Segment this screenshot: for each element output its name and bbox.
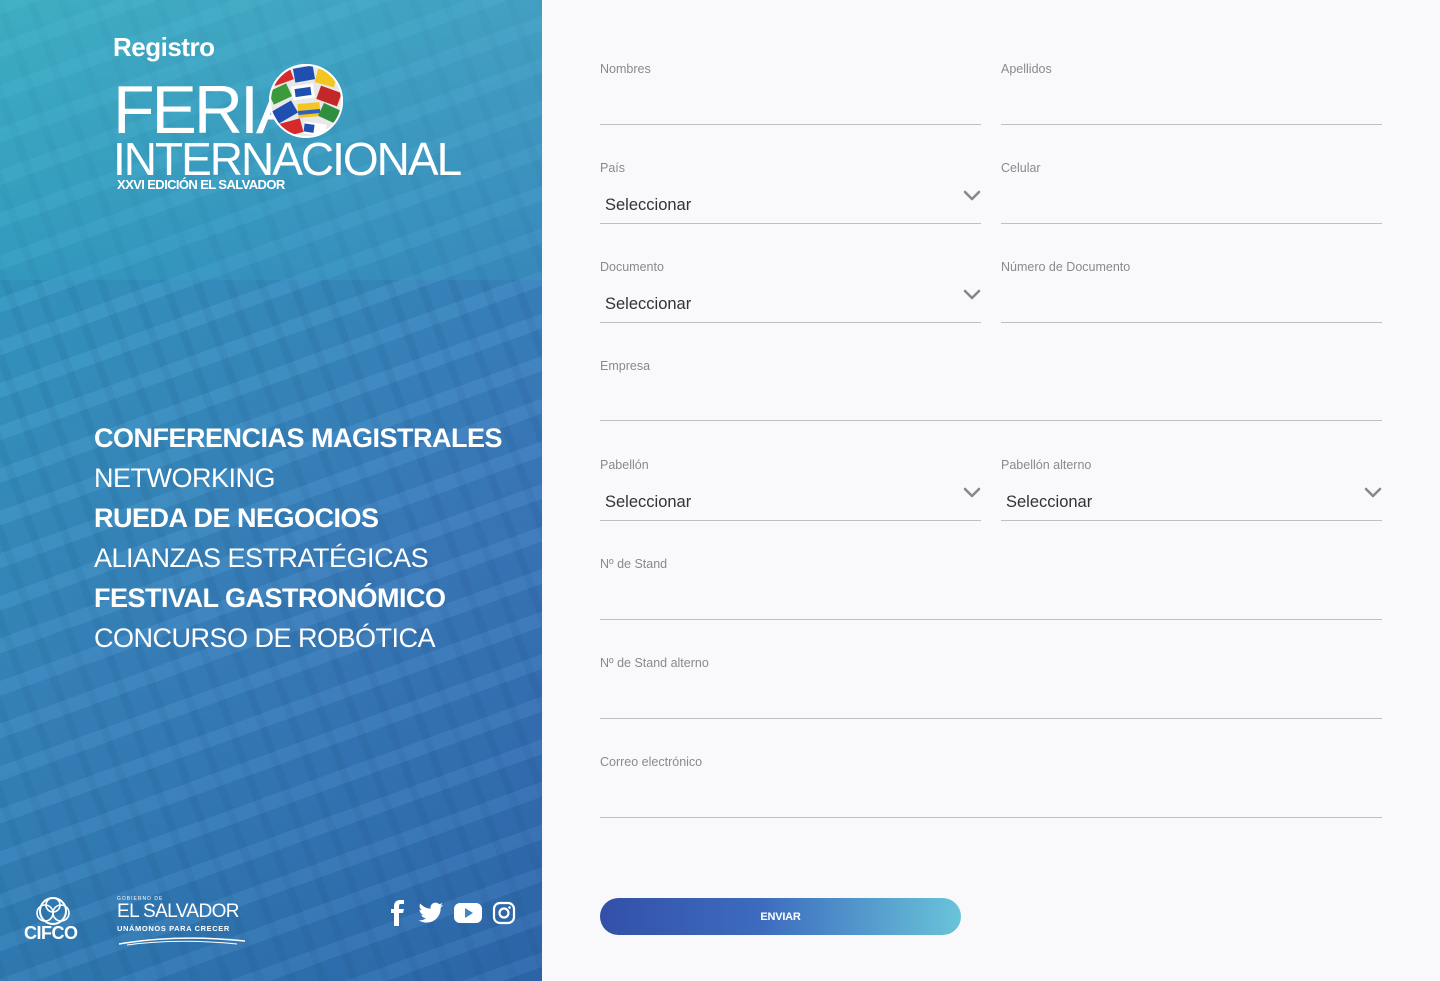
logo-edition-text: XXVI EDICIÓN EL SALVADOR — [117, 177, 285, 192]
correo-underline — [600, 817, 1382, 818]
numero-documento-label: Número de Documento — [1001, 260, 1131, 274]
gobierno-big-text: EL SALVADOR — [117, 901, 239, 922]
celular-underline — [1001, 223, 1382, 224]
feature-item: RUEDA DE NEGOCIOS — [94, 503, 379, 533]
nombres-label: Nombres — [600, 62, 651, 76]
pabellon-alterno-underline — [1001, 520, 1382, 521]
chevron-down-icon[interactable] — [1364, 487, 1382, 499]
apellidos-label: Apellidos — [1001, 62, 1052, 76]
enviar-button[interactable]: ENVIAR — [600, 898, 961, 935]
pabellon-select[interactable]: Pabellón Seleccionar — [600, 458, 981, 522]
stand-field[interactable]: Nº de Stand — [600, 557, 1382, 621]
stand-alterno-underline — [600, 718, 1382, 719]
registro-title: Registro — [113, 32, 215, 62]
stand-alterno-label: Nº de Stand alterno — [600, 656, 709, 670]
apellidos-underline — [1001, 124, 1382, 125]
gobierno-tagline: UNÁMONOS PARA CRECER — [117, 924, 230, 933]
celular-label: Celular — [1001, 161, 1041, 175]
youtube-icon[interactable] — [454, 903, 482, 928]
pabellon-alterno-select[interactable]: Pabellón alterno Seleccionar — [1001, 458, 1382, 522]
nombres-underline — [600, 124, 981, 125]
logo-internacional-text: INTERNACIONAL — [113, 133, 462, 185]
documento-select[interactable]: Documento Seleccionar — [600, 260, 981, 324]
numero-documento-field[interactable]: Número de Documento — [1001, 260, 1382, 324]
correo-field[interactable]: Correo electrónico — [600, 755, 1382, 819]
gobierno-logo: GOBIERNO DE EL SALVADOR UNÁMONOS PARA CR… — [117, 896, 257, 951]
feature-list: CONFERENCIAS MAGISTRALES NETWORKING RUED… — [94, 418, 503, 658]
feature-item: CONFERENCIAS MAGISTRALES — [94, 423, 503, 453]
documento-underline — [600, 322, 981, 323]
facebook-icon[interactable] — [388, 900, 408, 931]
hero-panel: Registro FERIA INTERNACIONAL XXVI EDICIÓ… — [0, 0, 542, 981]
nombres-field[interactable]: Nombres — [600, 62, 981, 126]
chevron-down-icon[interactable] — [963, 190, 981, 202]
documento-value: Seleccionar — [605, 295, 692, 313]
feature-item: NETWORKING — [94, 463, 276, 493]
documento-label: Documento — [600, 260, 664, 274]
empresa-label: Empresa — [600, 359, 651, 373]
stand-label: Nº de Stand — [600, 557, 668, 571]
pais-underline — [600, 223, 981, 224]
cifco-logo-text: CIFCO — [24, 923, 78, 943]
pais-value: Seleccionar — [605, 196, 692, 214]
swoosh-icon — [118, 937, 246, 946]
empresa-underline — [600, 420, 1382, 421]
pabellon-label: Pabellón — [600, 458, 649, 472]
pais-select[interactable]: País Seleccionar — [600, 161, 981, 225]
chevron-down-icon[interactable] — [963, 289, 981, 301]
apellidos-field[interactable]: Apellidos — [1001, 62, 1382, 126]
empresa-field[interactable]: Empresa — [600, 359, 1382, 423]
feature-item: CONCURSO DE ROBÓTICA — [94, 623, 436, 653]
twitter-icon[interactable] — [418, 902, 444, 929]
globe-flags-icon — [269, 64, 343, 138]
pabellon-alterno-value: Seleccionar — [1006, 493, 1093, 511]
pabellon-value: Seleccionar — [605, 493, 692, 511]
pais-label: País — [600, 161, 626, 175]
chevron-down-icon[interactable] — [963, 487, 981, 499]
feature-item: ALIANZAS ESTRATÉGICAS — [94, 543, 429, 573]
stand-alterno-field[interactable]: Nº de Stand alterno — [600, 656, 1382, 720]
social-links — [388, 900, 516, 931]
pabellon-alterno-label: Pabellón alterno — [1001, 458, 1092, 472]
feature-item: FESTIVAL GASTRONÓMICO — [94, 583, 446, 613]
instagram-icon[interactable] — [492, 901, 516, 930]
numero-documento-underline — [1001, 322, 1382, 323]
correo-label: Correo electrónico — [600, 755, 703, 769]
pabellon-underline — [600, 520, 981, 521]
celular-field[interactable]: Celular — [1001, 161, 1382, 225]
stand-underline — [600, 619, 1382, 620]
